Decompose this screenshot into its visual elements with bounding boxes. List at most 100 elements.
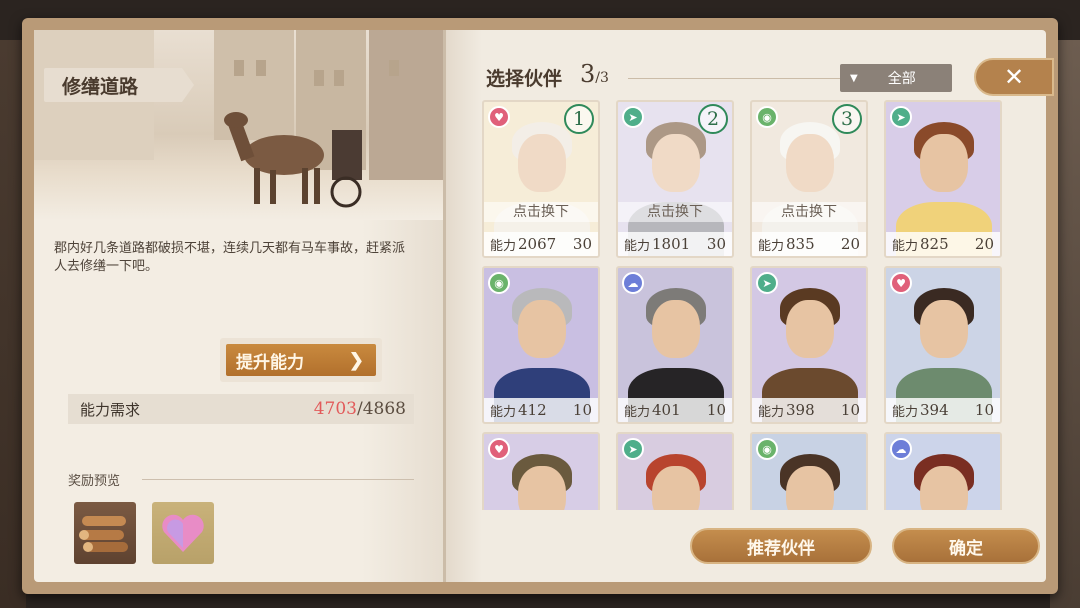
power-label: 能力 [624, 404, 651, 420]
partner-stat-bar: 能力 394 10 [886, 398, 1000, 422]
partner-select-page: 选择伙伴 3/3 ▼ 全部 ✕ 点击换下 1 ♥ 能力 2067 30 点击换下 2 ➤ 能力 18… [446, 30, 1054, 582]
filter-label: 全部 [887, 71, 916, 87]
power-label: 能力 [892, 238, 919, 254]
confirm-button[interactable]: 确定 [892, 528, 1040, 564]
partner-stat-bar: 能力 398 10 [752, 398, 866, 422]
reward-item-wood[interactable] [74, 502, 136, 564]
swap-out-label: 点击换下 [484, 202, 598, 222]
task-title: 修缮道路 [44, 68, 194, 102]
requirement-value: 4703/4868 [314, 399, 406, 419]
partner-card[interactable]: 点击换下 3 ◉ 能力 835 20 [750, 100, 868, 258]
partner-portrait-face [518, 466, 566, 510]
partner-grid[interactable]: 点击换下 1 ♥ 能力 2067 30 点击换下 2 ➤ 能力 1801 30 点击换下 3 ◉ 能力 835 2… [482, 100, 1016, 510]
swap-out-label: 点击换下 [618, 202, 732, 222]
runner-icon: ➤ [622, 106, 644, 128]
power-label: 能力 [892, 404, 919, 420]
partner-stat-bar: 能力 412 10 [484, 398, 598, 422]
partner-card[interactable]: ➤ [616, 432, 734, 510]
selection-order-badge: 2 [698, 104, 728, 134]
power-value: 398 [786, 401, 815, 419]
partner-card[interactable]: 点击换下 2 ➤ 能力 1801 30 [616, 100, 734, 258]
power-label: 能力 [490, 238, 517, 254]
runner-icon: ➤ [756, 272, 778, 294]
requirement-current: 4703 [313, 399, 357, 419]
partner-card[interactable]: 点击换下 1 ♥ 能力 2067 30 [482, 100, 600, 258]
power-value: 1801 [652, 235, 691, 253]
level-value: 20 [840, 235, 860, 253]
ghost-icon: ☁ [622, 272, 644, 294]
power-value: 835 [786, 235, 815, 253]
filter-dropdown[interactable]: ▼ 全部 [840, 64, 952, 92]
recommend-partner-button[interactable]: 推荐伙伴 [690, 528, 872, 564]
task-scene-illustration [34, 30, 444, 220]
power-value: 2067 [518, 235, 557, 253]
selection-order-badge: 1 [564, 104, 594, 134]
level-value: 20 [974, 235, 994, 253]
header-divider [628, 78, 846, 79]
ability-requirement-row: 能力需求 4703/4868 [68, 394, 414, 424]
selected-count: 3/3 [580, 60, 609, 88]
upgrade-frame: 提升能力 ❯ [220, 338, 382, 382]
partner-portrait-face [786, 300, 834, 358]
heart-icon: ♥ [488, 106, 510, 128]
partner-card[interactable]: ♥ [482, 432, 600, 510]
horse-carriage-icon [224, 112, 362, 208]
power-value: 825 [920, 235, 949, 253]
close-x-icon: ✕ [1003, 63, 1025, 91]
task-detail-page: 修缮道路 郡内好几条道路都破损不堪，连续几天都有马车事故，赶紧派人去修缮一下吧。… [34, 30, 444, 582]
power-value: 401 [652, 401, 681, 419]
runner-icon: ➤ [622, 438, 644, 460]
partner-card[interactable]: ☁ 能力 401 10 [616, 266, 734, 424]
eye-icon: ◉ [756, 106, 778, 128]
level-value: 30 [706, 235, 726, 253]
heart-gem-icon [162, 514, 204, 552]
partner-card[interactable]: ◉ [750, 432, 868, 510]
partner-portrait-face [652, 300, 700, 358]
level-value: 30 [572, 235, 592, 253]
partner-stat-bar: 能力 825 20 [886, 232, 1000, 256]
partner-card[interactable]: ➤ 能力 398 10 [750, 266, 868, 424]
partner-stat-bar: 能力 1801 30 [618, 232, 732, 256]
partner-portrait-face [920, 134, 968, 192]
power-value: 394 [920, 401, 949, 419]
eye-icon: ◉ [756, 438, 778, 460]
partner-card[interactable]: ☁ [884, 432, 1002, 510]
partner-portrait-face [652, 466, 700, 510]
partner-portrait-face [786, 466, 834, 510]
select-partner-title: 选择伙伴 [486, 68, 563, 90]
eye-icon: ◉ [488, 272, 510, 294]
power-label: 能力 [490, 404, 517, 420]
selection-order-badge: 3 [832, 104, 862, 134]
selected-current: 3 [580, 60, 596, 88]
reward-item-heart[interactable] [152, 502, 214, 564]
task-description: 郡内好几条道路都破损不堪，连续几天都有马车事故，赶紧派人去修缮一下吧。 [54, 241, 406, 274]
runner-icon: ➤ [890, 106, 912, 128]
power-label: 能力 [758, 238, 785, 254]
partner-portrait-face [920, 466, 968, 510]
heart-icon: ♥ [890, 272, 912, 294]
power-label: 能力 [758, 404, 785, 420]
heart-icon: ♥ [488, 438, 510, 460]
reward-preview-title: 奖励预览 [68, 474, 121, 489]
upgrade-ability-button[interactable]: 提升能力 ❯ [226, 344, 376, 376]
swap-out-label: 点击换下 [752, 202, 866, 222]
selected-max: /3 [595, 70, 609, 86]
partner-card[interactable]: ◉ 能力 412 10 [482, 266, 600, 424]
partner-stat-bar: 能力 835 20 [752, 232, 866, 256]
level-value: 10 [572, 401, 592, 419]
chevron-right-icon: ❯ [348, 349, 364, 371]
partner-card[interactable]: ➤ 能力 825 20 [884, 100, 1002, 258]
partner-stat-bar: 能力 401 10 [618, 398, 732, 422]
triangle-down-icon: ▼ [850, 72, 858, 84]
close-button[interactable]: ✕ [974, 58, 1054, 96]
partner-card[interactable]: ♥ 能力 394 10 [884, 266, 1002, 424]
task-book: 修缮道路 郡内好几条道路都破损不堪，连续几天都有马车事故，赶紧派人去修缮一下吧。… [22, 18, 1058, 594]
ghost-icon: ☁ [890, 438, 912, 460]
level-value: 10 [840, 401, 860, 419]
partner-portrait-face [518, 300, 566, 358]
level-value: 10 [706, 401, 726, 419]
requirement-label: 能力需求 [80, 400, 141, 419]
requirement-target: 4868 [362, 399, 406, 419]
reward-divider [142, 479, 414, 480]
partner-stat-bar: 能力 2067 30 [484, 232, 598, 256]
